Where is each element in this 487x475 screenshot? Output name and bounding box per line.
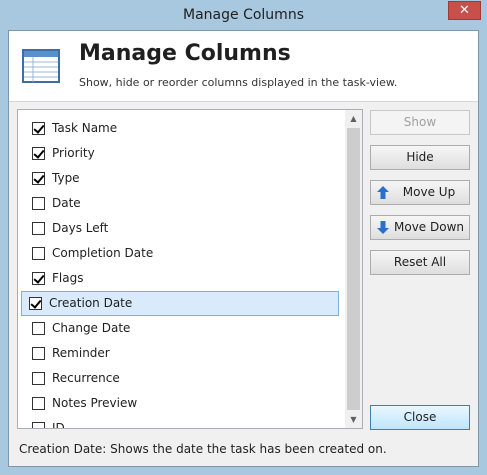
column-checkbox[interactable] xyxy=(32,272,45,285)
list-item[interactable]: ID xyxy=(19,416,349,429)
list-item[interactable]: Task Name xyxy=(19,116,349,141)
arrow-down-icon xyxy=(377,221,389,234)
close-button[interactable]: Close xyxy=(370,405,470,430)
column-checkbox[interactable] xyxy=(32,197,45,210)
move-down-label: Move Down xyxy=(394,220,464,234)
list-item[interactable]: Completion Date xyxy=(19,241,349,266)
column-label: Date xyxy=(52,196,81,210)
list-item[interactable]: Notes Preview xyxy=(19,391,349,416)
column-label: Priority xyxy=(52,146,95,160)
column-label: ID xyxy=(52,421,65,429)
list-item[interactable]: Date xyxy=(19,191,349,216)
list-item[interactable]: Change Date xyxy=(19,316,349,341)
dialog-header: Manage Columns Show, hide or reorder col… xyxy=(9,31,478,102)
column-label: Days Left xyxy=(52,221,109,235)
column-checkbox[interactable] xyxy=(32,372,45,385)
title-bar[interactable]: Manage Columns ✕ xyxy=(0,0,487,30)
column-label: Notes Preview xyxy=(52,396,138,410)
column-checkbox[interactable] xyxy=(32,222,45,235)
arrow-up-icon xyxy=(377,186,389,199)
close-window-button[interactable]: ✕ xyxy=(448,1,481,20)
move-up-label: Move Up xyxy=(402,185,456,199)
dialog-client: Manage Columns Show, hide or reorder col… xyxy=(8,30,479,467)
list-item[interactable]: Flags xyxy=(19,266,349,291)
window-title: Manage Columns xyxy=(183,7,304,23)
column-label: Completion Date xyxy=(52,246,154,260)
list-item[interactable]: Days Left xyxy=(19,216,349,241)
columns-list[interactable]: ▲ ▼ Task Name Priority Type Date Days Left Co… xyxy=(17,109,363,429)
move-up-button[interactable]: Move Up xyxy=(370,180,470,205)
column-checkbox[interactable] xyxy=(32,172,45,185)
dialog-window: Manage Columns ✕ Manage Columns Show, hi… xyxy=(0,0,487,475)
column-label: Change Date xyxy=(52,321,131,335)
column-checkbox[interactable] xyxy=(29,297,42,310)
column-label: Type xyxy=(52,171,80,185)
table-icon xyxy=(22,49,60,83)
show-button[interactable]: Show xyxy=(370,110,470,135)
column-checkbox[interactable] xyxy=(32,247,45,260)
column-checkbox[interactable] xyxy=(32,397,45,410)
dialog-heading: Manage Columns xyxy=(79,41,291,66)
column-label: Recurrence xyxy=(52,371,120,385)
dialog-subtitle: Show, hide or reorder columns displayed … xyxy=(79,76,398,89)
move-down-button[interactable]: Move Down xyxy=(370,215,470,240)
list-item[interactable]: Reminder xyxy=(19,341,349,366)
column-label: Flags xyxy=(52,271,84,285)
column-label: Reminder xyxy=(52,346,110,360)
hide-button[interactable]: Hide xyxy=(370,145,470,170)
list-item[interactable]: Priority xyxy=(19,141,349,166)
list-item[interactable]: Recurrence xyxy=(19,366,349,391)
column-checkbox[interactable] xyxy=(32,122,45,135)
column-checkbox[interactable] xyxy=(32,322,45,335)
column-checkbox[interactable] xyxy=(32,147,45,160)
column-description: Creation Date: Shows the date the task h… xyxy=(19,442,387,456)
reset-all-button[interactable]: Reset All xyxy=(370,250,470,275)
list-item[interactable]: Creation Date xyxy=(21,291,339,316)
column-checkbox[interactable] xyxy=(32,347,45,360)
column-checkbox[interactable] xyxy=(32,422,45,428)
column-label: Task Name xyxy=(52,121,118,135)
list-item[interactable]: Type xyxy=(19,166,349,191)
column-label: Creation Date xyxy=(49,296,133,310)
